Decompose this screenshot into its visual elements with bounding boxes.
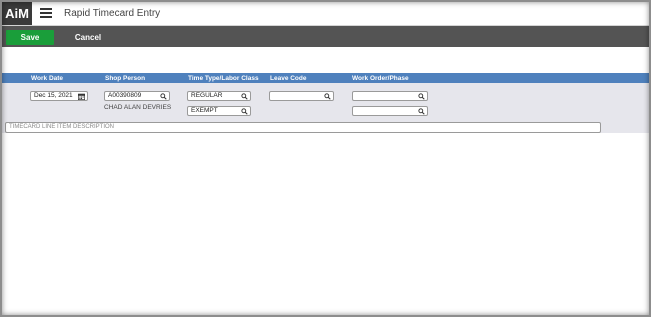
menu-icon[interactable] xyxy=(35,4,57,22)
save-button[interactable]: Save xyxy=(6,30,54,45)
time-type-value: REGULAR xyxy=(191,92,223,99)
work-date-value: Dec 15, 2021 xyxy=(34,92,73,99)
calendar-icon[interactable] xyxy=(78,93,85,100)
shop-person-field[interactable]: A00390809 xyxy=(104,91,170,101)
search-icon[interactable] xyxy=(418,108,425,115)
cancel-button[interactable]: Cancel xyxy=(66,30,110,45)
page-title: Rapid Timecard Entry xyxy=(64,8,161,19)
column-header-shop-person: Shop Person xyxy=(105,75,146,82)
description-field[interactable]: TIMECARD LINE ITEM DESCRIPTION xyxy=(5,122,601,133)
column-header-row xyxy=(2,73,649,83)
work-order-field[interactable] xyxy=(352,91,428,101)
column-header-work-date: Work Date xyxy=(31,75,64,82)
search-icon[interactable] xyxy=(241,93,248,100)
search-icon[interactable] xyxy=(160,93,167,100)
shop-person-name: CHAD ALAN DEVRIES xyxy=(104,104,172,111)
column-header-time-type: Time Type/Labor Class xyxy=(188,75,259,82)
work-date-field[interactable]: Dec 15, 2021 xyxy=(30,91,88,101)
search-icon[interactable] xyxy=(418,93,425,100)
time-type-field[interactable]: REGULAR xyxy=(187,91,251,101)
labor-class-value: EXEMPT xyxy=(191,107,218,114)
column-header-leave-code: Leave Code xyxy=(270,75,307,82)
labor-class-field[interactable]: EXEMPT xyxy=(187,106,251,116)
leave-code-field[interactable] xyxy=(269,91,334,101)
description-placeholder: TIMECARD LINE ITEM DESCRIPTION xyxy=(9,124,115,130)
search-icon[interactable] xyxy=(241,108,248,115)
phase-field[interactable] xyxy=(352,106,428,116)
shop-person-value: A00390809 xyxy=(108,92,142,99)
search-icon[interactable] xyxy=(324,93,331,100)
app-logo[interactable]: AiM xyxy=(2,2,32,25)
window-frame xyxy=(0,0,651,317)
column-header-work-order: Work Order/Phase xyxy=(352,75,409,82)
